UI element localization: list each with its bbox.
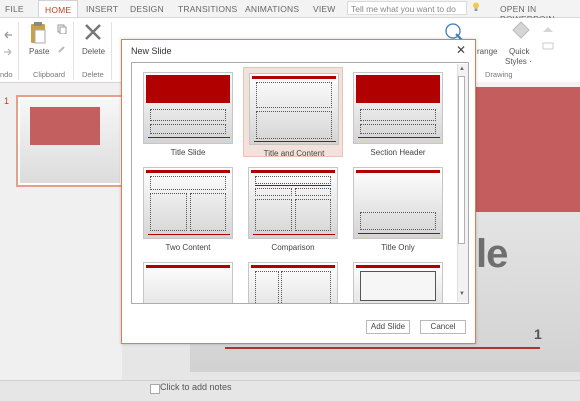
layout-row3-item1[interactable] <box>138 257 238 303</box>
layout-gallery[interactable]: Title Slide Title and Content Section He… <box>131 62 469 304</box>
tab-design[interactable]: DESIGN <box>130 4 164 14</box>
group-label-clipboard: Clipboard <box>33 70 66 79</box>
scroll-down-arrow-icon[interactable]: ▼ <box>459 291 465 297</box>
add-slide-button[interactable]: Add Slide <box>366 320 410 334</box>
layout-thumbnail <box>143 167 233 239</box>
group-label-drawing: Drawing <box>485 70 513 79</box>
notes-placeholder[interactable]: Click to add notes <box>160 382 232 392</box>
layout-thumbnail <box>353 72 443 144</box>
group-label-undo: ndo <box>0 70 13 79</box>
ribbon-tab-bar: FILE HOME INSERT DESIGN TRANSITIONS ANIM… <box>0 0 580 24</box>
layout-label: Title Slide <box>170 148 206 157</box>
layout-thumbnail <box>353 262 443 303</box>
shape-fill-icon[interactable] <box>541 24 555 36</box>
cancel-button[interactable]: Cancel <box>420 320 466 334</box>
tab-view[interactable]: VIEW <box>313 4 336 14</box>
delete-button[interactable]: Delete <box>82 47 105 56</box>
layout-two-content[interactable]: Two Content <box>138 162 238 252</box>
layout-thumbnail <box>249 73 339 145</box>
slide-divider-line <box>225 347 540 349</box>
tab-insert[interactable]: INSERT <box>86 4 118 14</box>
paste-label[interactable]: Paste <box>29 47 49 56</box>
close-icon[interactable]: ✕ <box>456 43 466 57</box>
layout-section-header[interactable]: Section Header <box>348 67 448 157</box>
layout-label: Section Header <box>370 148 426 157</box>
notes-toggle-icon[interactable] <box>150 384 160 394</box>
format-painter-icon[interactable] <box>57 44 67 54</box>
layout-thumbnail <box>248 167 338 239</box>
tab-animations[interactable]: ANIMATIONS <box>245 4 299 14</box>
thumbnail-background <box>20 99 120 183</box>
quick-styles-label[interactable]: Quick <box>509 47 529 56</box>
layout-comparison[interactable]: Comparison <box>243 162 343 252</box>
group-label-delete: Delete <box>82 70 104 79</box>
layout-label: Title Only <box>381 243 415 252</box>
layout-thumbnail <box>353 167 443 239</box>
arrange-button[interactable]: range <box>477 47 497 56</box>
layout-title-and-content[interactable]: Title and Content <box>243 67 343 158</box>
thumbnail-title-band <box>30 107 100 145</box>
quick-styles-label-2[interactable]: Styles · <box>505 57 532 66</box>
shape-outline-icon[interactable] <box>541 40 555 52</box>
layout-thumbnail <box>143 262 233 303</box>
slide-thumbnail[interactable] <box>16 95 124 187</box>
redo-icon[interactable] <box>2 47 14 57</box>
lightbulb-icon <box>473 2 479 11</box>
dialog-title: New Slide <box>131 46 172 56</box>
ribbon-separator <box>73 22 74 80</box>
undo-icon[interactable] <box>2 30 14 40</box>
notes-bar <box>0 380 580 401</box>
layout-label: Two Content <box>165 243 211 252</box>
layout-thumbnail <box>143 72 233 144</box>
quick-styles-icon[interactable] <box>511 20 531 42</box>
thumbnail-number: 1 <box>4 96 10 106</box>
tab-home[interactable]: HOME <box>38 0 79 17</box>
layout-label: Comparison <box>271 243 315 252</box>
layout-thumbnail <box>248 262 338 303</box>
layout-row3-item3[interactable] <box>348 257 448 303</box>
delete-x-icon[interactable] <box>84 23 102 41</box>
scrollbar-thumb[interactable] <box>458 76 465 244</box>
slide-title-band <box>475 87 580 212</box>
layout-title-slide[interactable]: Title Slide <box>138 67 238 157</box>
slide-title-text[interactable]: le <box>476 232 508 277</box>
paste-icon[interactable] <box>29 21 47 45</box>
copy-icon[interactable] <box>57 24 67 34</box>
layout-label: Title and Content <box>263 149 325 158</box>
ribbon-separator <box>111 22 112 80</box>
tab-file[interactable]: FILE <box>5 4 24 14</box>
tab-transitions[interactable]: TRANSITIONS <box>178 4 237 14</box>
layout-title-only[interactable]: Title Only <box>348 162 448 252</box>
tell-me-input[interactable]: Tell me what you want to do <box>347 1 467 15</box>
layout-row3-item2[interactable] <box>243 257 343 303</box>
scroll-up-arrow-icon[interactable]: ▲ <box>459 66 465 72</box>
ribbon-separator <box>18 22 19 80</box>
slide-number: 1 <box>534 326 542 342</box>
